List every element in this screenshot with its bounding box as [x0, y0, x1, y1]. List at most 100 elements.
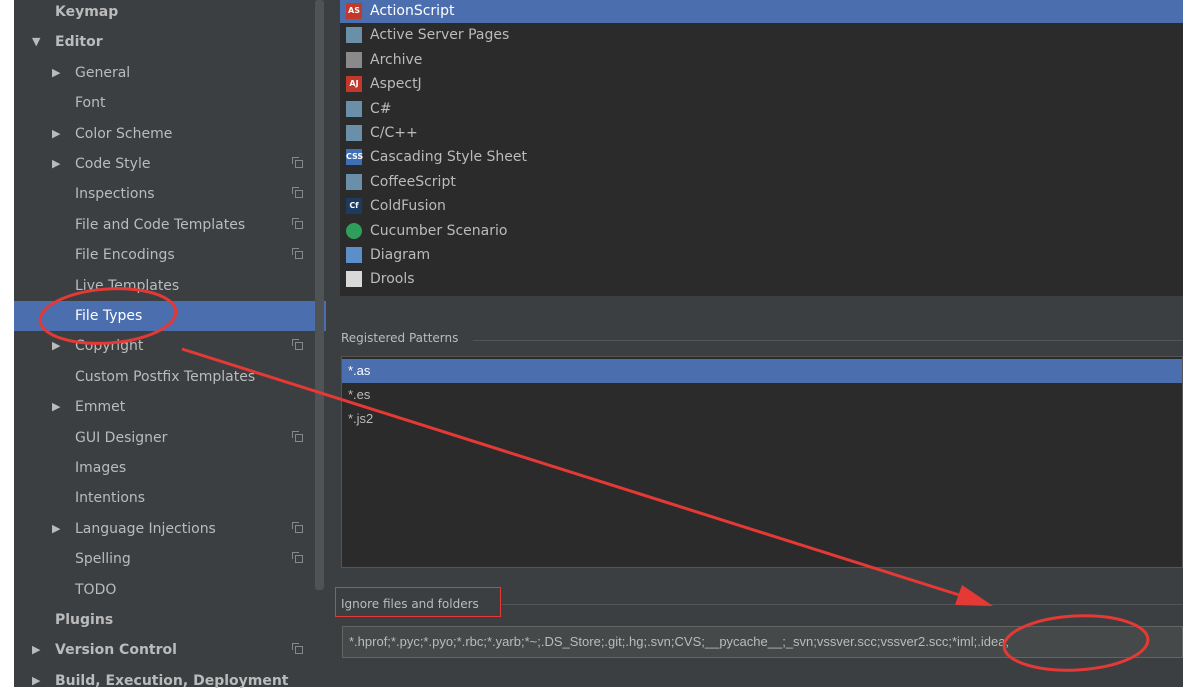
sidebar-item-spelling[interactable]: Spelling [14, 544, 326, 574]
ignore-files-input[interactable]: *.hprof;*.pyc;*.pyo;*.rbc;*.yarb;*~;.DS_… [342, 626, 1183, 658]
sidebar-item-copyright[interactable]: ▶ Copyright [14, 331, 326, 361]
file-type-row[interactable]: Cf ColdFusion [340, 194, 1183, 218]
collapsed-arrow-icon[interactable]: ▶ [52, 119, 60, 149]
file-type-label: CoffeeScript [370, 170, 456, 194]
sidebar-item-todo[interactable]: TODO [14, 575, 326, 605]
sidebar-item-label: Copyright [75, 331, 143, 361]
sidebar-item-images[interactable]: Images [14, 453, 326, 483]
ignore-files-title: Ignore files and folders [341, 597, 479, 611]
collapsed-arrow-icon[interactable]: ▶ [52, 331, 60, 361]
sidebar-item-file-and-code-templates[interactable]: File and Code Templates [14, 210, 326, 240]
sidebar-item-version-control[interactable]: ▶ Version Control [14, 635, 326, 665]
sidebar-item-color-scheme[interactable]: ▶ Color Scheme [14, 119, 326, 149]
actionscript-icon: AS [346, 3, 362, 19]
file-type-label: C/C++ [370, 121, 418, 145]
sidebar-item-label: Plugins [55, 605, 113, 635]
sidebar-item-custom-postfix-templates[interactable]: Custom Postfix Templates [14, 362, 326, 392]
file-type-label: ColdFusion [370, 194, 446, 218]
drools-icon [346, 271, 362, 287]
sidebar-item-inspections[interactable]: Inspections [14, 179, 326, 209]
pattern-label: *.es [348, 383, 370, 407]
sidebar-item-editor[interactable]: ▼Editor [14, 27, 326, 57]
file-type-label: Diagram [370, 243, 430, 267]
sidebar-item-live-templates[interactable]: Live Templates [14, 271, 326, 301]
sidebar-item-gui-designer[interactable]: GUI Designer [14, 423, 326, 453]
file-type-label: C# [370, 97, 392, 121]
expanded-arrow-icon[interactable]: ▼ [32, 27, 40, 57]
sidebar-item-label: GUI Designer [75, 423, 167, 453]
file-type-row[interactable]: C# [340, 97, 1183, 121]
file-type-row[interactable]: Active Server Pages [340, 23, 1183, 47]
css-icon: CSS [346, 149, 362, 165]
pattern-label: *.js2 [348, 407, 373, 431]
registered-patterns-divider [473, 340, 1183, 341]
pattern-row[interactable]: *.js2 [342, 407, 1183, 431]
file-type-row[interactable]: ASActionScript [340, 0, 1183, 23]
settings-tree: Keymap▼Editor▶GeneralFont▶Color Scheme▶C… [14, 0, 326, 687]
sidebar-item-font[interactable]: Font [14, 88, 326, 118]
collapsed-arrow-icon[interactable]: ▶ [32, 666, 40, 696]
file-type-row[interactable]: Eclipse Project [340, 292, 1183, 296]
file-type-row[interactable]: AJAspectJ [340, 72, 1183, 96]
sidebar-item-label: Inspections [75, 179, 155, 209]
sidebar-item-label: General [75, 58, 130, 88]
pattern-row[interactable]: *.es [342, 383, 1183, 407]
collapsed-arrow-icon[interactable]: ▶ [32, 635, 40, 665]
project-settings-icon [295, 434, 303, 442]
sidebar-item-build-execution-deployment[interactable]: ▶ Build, Execution, Deployment [14, 666, 326, 696]
project-settings-icon [295, 646, 303, 654]
sidebar-item-file-encodings[interactable]: File Encodings [14, 240, 326, 270]
coldfusion-icon: Cf [346, 198, 362, 214]
sidebar-item-label: Color Scheme [75, 119, 172, 149]
sidebar-item-label: Spelling [75, 544, 131, 574]
diagram-icon [346, 247, 362, 263]
recognized-file-types-list[interactable]: ASActionScriptActive Server PagesArchive… [340, 0, 1183, 296]
sidebar-item-label: Font [75, 88, 105, 118]
sidebar-item-keymap[interactable]: Keymap [14, 0, 326, 27]
project-settings-icon [295, 190, 303, 198]
file-type-row[interactable]: Cucumber Scenario [340, 219, 1183, 243]
registered-patterns-list[interactable]: *.as*.es*.js2 [341, 356, 1183, 568]
sidebar-item-label: File and Code Templates [75, 210, 245, 240]
file-type-row[interactable]: CoffeeScript [340, 170, 1183, 194]
pattern-row[interactable]: *.as [342, 359, 1183, 383]
sidebar-item-intentions[interactable]: Intentions [14, 483, 326, 513]
sidebar-item-emmet[interactable]: ▶Emmet [14, 392, 326, 422]
sidebar-item-general[interactable]: ▶ General [14, 58, 326, 88]
project-settings-icon [295, 221, 303, 229]
project-settings-icon [295, 342, 303, 350]
cpp-icon [346, 125, 362, 141]
sidebar-item-label: Code Style [75, 149, 150, 179]
collapsed-arrow-icon[interactable]: ▶ [52, 514, 60, 544]
sidebar-item-label: Version Control [55, 635, 177, 665]
file-type-label: Cascading Style Sheet [370, 145, 527, 169]
cucumber-icon [346, 223, 362, 239]
file-type-label: Cucumber Scenario [370, 219, 507, 243]
sidebar-item-file-types[interactable]: File Types [14, 301, 326, 331]
file-type-row[interactable]: CSS Cascading Style Sheet [340, 145, 1183, 169]
sidebar-item-code-style[interactable]: ▶ Code Style [14, 149, 326, 179]
sidebar-item-label: Language Injections [75, 514, 216, 544]
sidebar-item-label: TODO [75, 575, 116, 605]
sidebar-scrollbar[interactable] [315, 0, 324, 590]
file-types-panel: ASActionScriptActive Server PagesArchive… [326, 0, 1183, 687]
sidebar-item-label: Images [75, 453, 126, 483]
file-type-row[interactable]: C/C++ [340, 121, 1183, 145]
sidebar-item-label: Build, Execution, Deployment [55, 666, 289, 696]
sidebar-item-language-injections[interactable]: ▶ Language Injections [14, 514, 326, 544]
file-type-label: AspectJ [370, 72, 422, 96]
project-settings-icon [295, 555, 303, 563]
file-type-label: Active Server Pages [370, 23, 509, 47]
file-type-row[interactable]: Diagram [340, 243, 1183, 267]
project-settings-icon [295, 251, 303, 259]
sidebar-item-plugins[interactable]: Plugins [14, 605, 326, 635]
sidebar-item-label: File Types [75, 301, 142, 331]
collapsed-arrow-icon[interactable]: ▶ [52, 392, 60, 422]
file-type-row[interactable]: Archive [340, 48, 1183, 72]
file-type-label: Drools [370, 267, 415, 291]
csharp-icon [346, 101, 362, 117]
collapsed-arrow-icon[interactable]: ▶ [52, 58, 60, 88]
collapsed-arrow-icon[interactable]: ▶ [52, 149, 60, 179]
coffeescript-icon [346, 174, 362, 190]
file-type-row[interactable]: Drools [340, 267, 1183, 291]
